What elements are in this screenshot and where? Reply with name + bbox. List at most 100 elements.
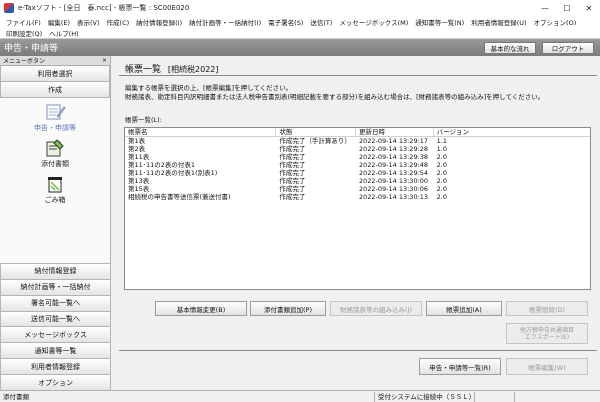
sidebar-create[interactable]: 作成 [0,82,110,98]
sidebar-item[interactable]: 納付情報登録 [0,262,111,279]
sidebar-user-select[interactable]: 利用者選択 [0,66,110,82]
menu-item[interactable]: 編集(E) [48,17,70,27]
table-cell: 2.0 [436,169,448,177]
table-cell: 作成完了 [279,193,306,201]
table-row[interactable]: 第15表 作成完了 2022-09-14 13:30:06 2.0 [125,185,590,193]
export-common-items-button[interactable]: 他方税申告共通項目 エクスポート(E) [506,323,588,344]
form-list-title: 帳票一覧 [相続税2022] [125,62,219,75]
sidebar-tile-label: 申告・申請等 [34,124,76,132]
declaration-icon [46,104,66,120]
table-cell: 2.0 [436,153,448,161]
sidebar-header: メニューボタン × [0,56,110,66]
menu-item[interactable]: 納付計画等・一括納付(I) [189,17,261,27]
menu-item[interactable]: 納付情報登録(I) [136,17,182,27]
table-cell: 第11･11の2表の付表1(別表1) [128,169,218,177]
table-cell: 第13表 [128,177,150,185]
table-cell: 2022-09-14 13:30:00 [359,177,429,185]
basic-info-change-button[interactable]: 基本情報変更(B) [155,301,247,316]
connection-status: 受付システムに接続中（ＳＳＬ） [375,391,475,402]
column-header-updated[interactable]: 更新日時 [356,128,434,136]
attachment-icon [46,139,64,157]
maximize-button[interactable]: ☐ [556,0,578,16]
title-divider [119,75,597,76]
table-row[interactable]: 第11･11の2表の付表1(別表1) 作成完了 2022-09-14 13:29:5… [125,169,590,177]
menu-item[interactable]: 通知書等一覧(N) [415,17,464,27]
table-cell: 1.1 [436,137,448,145]
sidebar-tile-label: ごみ箱 [44,196,66,204]
sidebar-item[interactable]: 利用者情報登録 [0,358,111,375]
instruction-line: 財務諸表、勘定科目内訳明細書または法人税申告書別表(明細記載を要する部分)を組み… [125,92,545,101]
form-add-button[interactable]: 帳票追加(A) [426,301,502,316]
table-cell: 2022-09-14 13:29:54 [359,169,429,177]
menu-item[interactable]: 印刷設定(Q) [6,28,42,38]
form-list[interactable]: 帳票名 状態 更新日時 バージョン 第1表 作成完了（手計算あり） 2022-09-… [124,127,591,290]
table-row[interactable]: 第13表 作成完了 2022-09-14 13:30:00 2.0 [125,177,590,185]
logout-button[interactable]: ログアウト [542,41,594,54]
table-row[interactable]: 第11表 作成完了 2022-09-14 13:29:38 2.0 [125,153,590,161]
sidebar-item[interactable]: 通知書等一覧 [0,342,111,359]
table-row[interactable]: 第1表 作成完了（手計算あり） 2022-09-14 13:29:17 1.1 [125,137,590,145]
menu-bar: ファイル(F) 編集(E) 表示(V) 作成(C) 納付情報登録(I) 納付計画等・一括納… [0,16,600,28]
form-list-header: 帳票名 状態 更新日時 バージョン [125,128,590,137]
table-cell: 作成完了 [279,169,306,177]
sidebar-item[interactable]: 送信可能一覧へ [0,310,111,327]
sidebar-bottom-menu: 納付情報登録 納付計画等・一括納付 署名可能一覧へ 送信可能一覧へ メッセージボックス通… [0,262,111,390]
table-row[interactable]: 相続税の申告書等送信票(兼送付書) 作成完了 2022-09-14 13:30:13… [125,193,590,201]
sidebar-tile-attachments[interactable]: 添付書類 [0,136,110,172]
attachment-add-button[interactable]: 添付書類追加(P) [250,301,326,316]
close-button[interactable]: ✕ [578,0,600,16]
table-cell: 2.0 [436,193,448,201]
sidebar-tile-declaration[interactable]: 申告・申請等 [0,100,110,136]
sidebar-item[interactable]: オプション [0,374,111,390]
menu-item[interactable]: ファイル(F) [6,17,41,27]
table-row[interactable]: 第2表 作成完了 2022-09-14 13:29:28 1.0 [125,145,590,153]
form-delete-button[interactable]: 帳票削除(D) [506,301,588,316]
sidebar-close-icon[interactable]: × [102,57,107,64]
minimize-button[interactable]: — [534,0,556,16]
menu-bar-secondary: 印刷設定(Q) ヘルプ(H) [0,28,600,39]
menu-item[interactable]: ヘルプ(H) [49,28,78,38]
sidebar: メニューボタン × 利用者選択 作成 申告・申請等 添付書類 ごみ箱 納付情報登… [0,56,111,390]
sidebar-item[interactable]: 納付計画等・一括納付 [0,278,111,295]
trash-icon [48,177,62,193]
table-cell: 作成完了 [279,185,306,193]
table-cell: 2022-09-14 13:30:13 [359,193,429,201]
table-cell: 作成完了 [279,145,306,153]
menu-item[interactable]: 送信(T) [310,17,332,27]
table-cell: 2022-09-14 13:29:28 [359,145,429,153]
form-edit-button[interactable]: 帳票編集(W) [506,358,588,375]
table-cell: 作成完了 [279,177,306,185]
button-divider [119,350,597,351]
column-header-status[interactable]: 状態 [276,128,356,136]
page-title: 申告・申請等 [4,44,59,54]
app-icon [4,3,14,13]
menu-item[interactable]: オプション(O) [534,17,577,27]
table-row[interactable]: 第11･11の2表の付表1 作成完了 2022-09-14 13:29:48 2.0 [125,161,590,169]
menu-item[interactable]: メッセージボックス(M) [339,17,408,27]
form-delete-label: 帳票削除(D) [528,305,566,314]
table-cell: 第15表 [128,185,150,193]
menu-item[interactable]: 利用者情報登録(U) [471,17,526,27]
status-bar: 添付書類 受付システムに接続中（ＳＳＬ） [0,390,600,402]
sidebar-header-label: メニューボタン [3,58,46,65]
instructions: 編集する帳票を選択の上、[帳票編集]を押してください。 財務諸表、勘定科目内訳明… [125,84,544,101]
table-cell: 2.0 [436,185,448,193]
table-cell: 第11表 [128,153,150,161]
basic-flow-button[interactable]: 基本的な流れ [484,41,536,54]
sidebar-item[interactable]: メッセージボックス [0,326,111,343]
sidebar-tile-trash[interactable]: ごみ箱 [0,172,110,208]
table-cell: 作成完了 [279,153,306,161]
column-header-version[interactable]: バージョン [434,128,590,136]
sidebar-item[interactable]: 署名可能一覧へ [0,294,111,311]
menu-item[interactable]: 作成(C) [107,17,130,27]
main-content: 帳票一覧 [相続税2022] 編集する帳票を選択の上、[帳票編集]を押してくださ… [113,56,600,390]
financial-embed-button[interactable]: 財務諸表等の組み込み(J) [330,301,422,316]
menu-item[interactable]: 電子署名(S) [268,17,303,27]
column-header-form-name[interactable]: 帳票名 [125,128,277,136]
table-cell: 作成完了 [279,161,306,169]
export-label-line2: エクスポート(E) [524,333,570,341]
declaration-list-button[interactable]: 申告・申請等一覧(R) [419,358,501,375]
instruction-line: 編集する帳票を選択の上、[帳票編集]を押してください。 [125,84,293,92]
menu-item[interactable]: 表示(V) [77,17,100,27]
status-text: 添付書類 [0,391,375,402]
